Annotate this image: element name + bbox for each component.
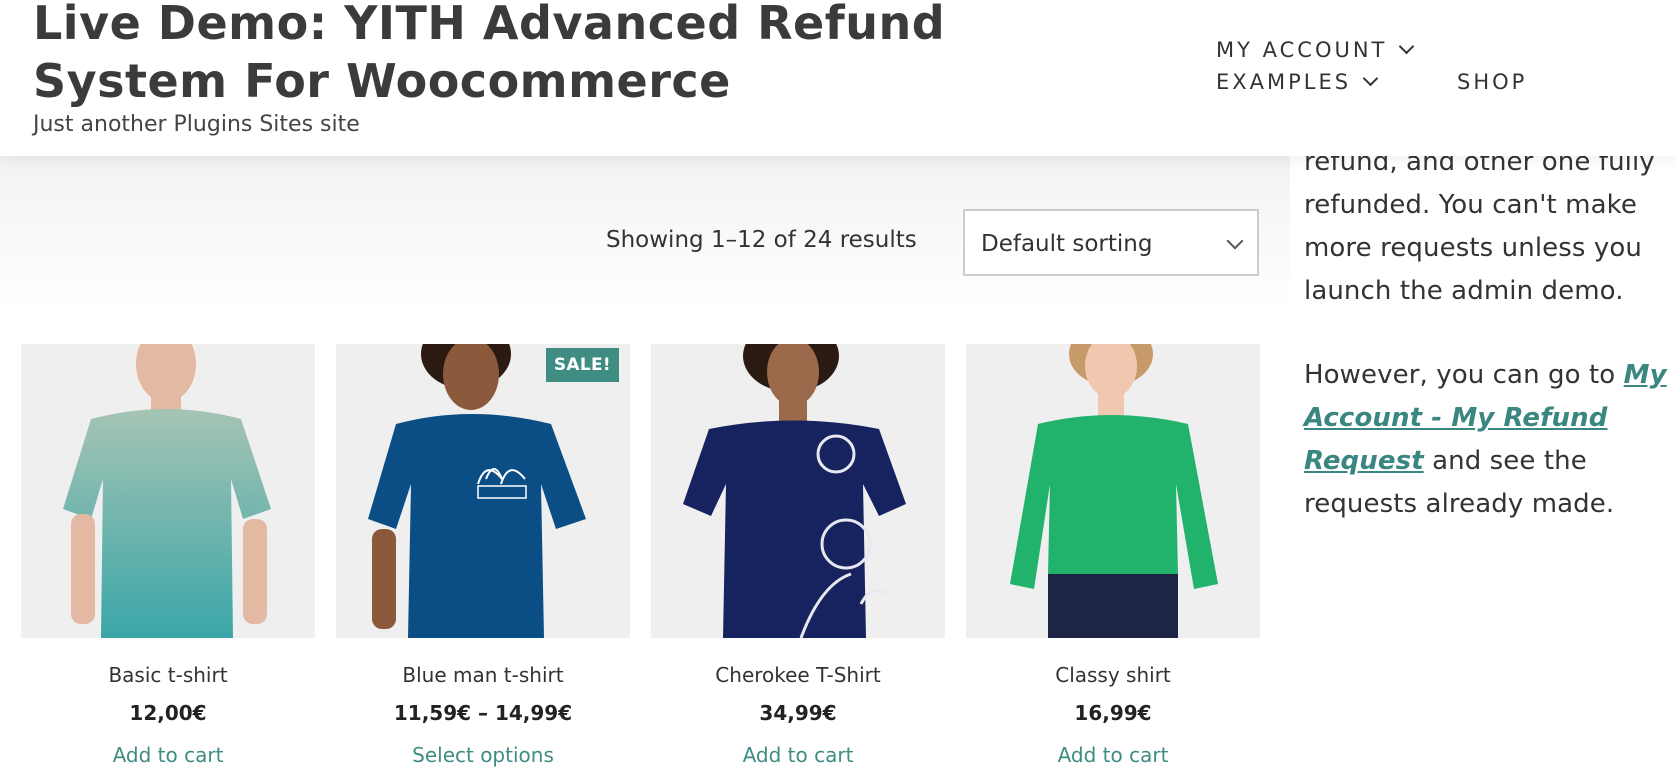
sidebar-text-before-link: However, you can go to bbox=[1304, 360, 1624, 390]
product-image[interactable] bbox=[966, 344, 1260, 638]
add-to-cart-button[interactable]: Add to cart bbox=[966, 743, 1260, 767]
sorting-select[interactable]: Default sorting bbox=[963, 209, 1259, 276]
tshirt-image-icon bbox=[336, 344, 630, 638]
add-to-cart-button[interactable]: Add to cart bbox=[21, 743, 315, 767]
product-price: 34,99€ bbox=[759, 701, 837, 725]
nav-item-label: MY ACCOUNT bbox=[1216, 38, 1388, 62]
product-price: 12,00€ bbox=[129, 701, 207, 725]
nav-item-label: SHOP bbox=[1457, 70, 1528, 94]
chevron-down-icon bbox=[1399, 38, 1415, 55]
product-image[interactable] bbox=[21, 344, 315, 638]
product-card: Basic t-shirt 12,00€ Add to cart bbox=[21, 344, 315, 767]
sidebar-paragraph-account-link: However, you can go to My Account - My R… bbox=[1304, 354, 1675, 526]
product-title[interactable]: Classy shirt bbox=[966, 663, 1260, 687]
product-image[interactable] bbox=[651, 344, 945, 638]
product-card: SALE! Blue man t-shirt 11,59€ – 14,99€ S… bbox=[336, 344, 630, 767]
site-title[interactable]: Live Demo: YITH Advanced Refund System F… bbox=[33, 0, 1143, 110]
product-price: 11,59€ – 14,99€ bbox=[393, 701, 573, 725]
nav-item-shop[interactable]: SHOP bbox=[1457, 70, 1527, 94]
product-title[interactable]: Blue man t-shirt bbox=[336, 663, 630, 687]
tshirt-image-icon bbox=[21, 344, 315, 638]
shirt-image-icon bbox=[966, 344, 1260, 638]
product-title[interactable]: Basic t-shirt bbox=[21, 663, 315, 687]
chevron-down-icon bbox=[1362, 70, 1379, 87]
site-header: Live Demo: YITH Advanced Refund System F… bbox=[0, 0, 1675, 156]
product-image[interactable]: SALE! bbox=[336, 344, 630, 638]
product-card: Cherokee T-Shirt 34,99€ Add to cart bbox=[651, 344, 945, 767]
sidebar-paragraph-demo-note: refund, and other one fully refunded. Yo… bbox=[1304, 147, 1655, 306]
product-title[interactable]: Cherokee T-Shirt bbox=[651, 663, 945, 687]
product-price: 16,99€ bbox=[1074, 701, 1152, 725]
nav-item-my-account[interactable]: MY ACCOUNT bbox=[1216, 38, 1415, 62]
nav-item-examples[interactable]: EXAMPLES bbox=[1216, 70, 1379, 94]
chevron-down-icon bbox=[1226, 232, 1244, 250]
site-tagline: Just another Plugins Sites site bbox=[33, 112, 360, 137]
add-to-cart-button[interactable]: Add to cart bbox=[651, 743, 945, 767]
tshirt-image-icon bbox=[651, 344, 945, 638]
nav-item-label: EXAMPLES bbox=[1216, 70, 1352, 94]
sorting-selected-value: Default sorting bbox=[981, 231, 1153, 257]
product-card: Classy shirt 16,99€ Add to cart bbox=[966, 344, 1260, 767]
sale-badge: SALE! bbox=[545, 348, 619, 382]
select-options-button[interactable]: Select options bbox=[336, 743, 630, 767]
result-count: Showing 1–12 of 24 results bbox=[606, 227, 917, 253]
